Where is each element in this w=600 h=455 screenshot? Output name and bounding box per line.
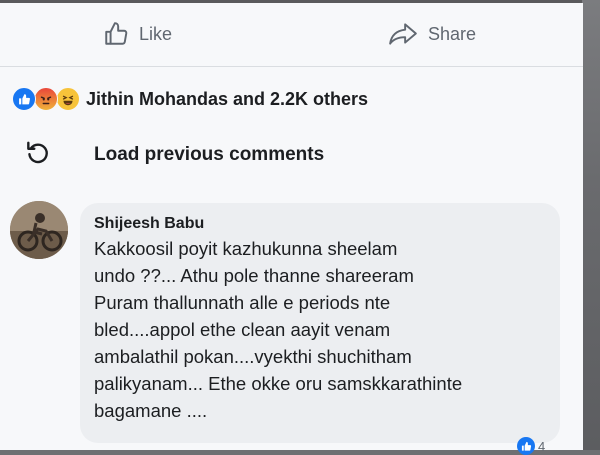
reaction-icons [12,87,80,111]
comment-line: Puram thallunnath alle e periods nte [94,292,391,313]
share-arrow-icon [388,21,418,47]
refresh-icon [24,139,50,170]
comment-line: ambalathil pokan....vyekthi shuchitham [94,346,412,367]
like-reaction-icon [12,87,36,111]
comment-reaction-number: 4 [538,438,546,454]
thumbs-up-icon [103,21,129,47]
load-previous-label: Load previous comments [94,143,325,165]
comment-author[interactable]: Shijeesh Babu [94,215,204,233]
avatar[interactable] [10,201,68,259]
comment-line: bled....appol ethe clean aayit venam [94,319,391,340]
post-panel: Like Share Jithin Mohandas and 2.2K othe… [0,3,583,455]
share-button[interactable]: Share [388,21,476,47]
load-previous-comments[interactable]: Load previous comments [24,139,324,170]
comment-line: palikyanam... Ethe okke oru samskkarathi… [94,373,463,394]
comment-bubble: Shijeesh Babu Kakkoosil poyit kazhukunna… [80,203,560,443]
comment-line: Kakkoosil poyit kazhukunna sheelam [94,238,398,259]
like-label: Like [139,23,173,44]
background-edge [582,0,600,450]
divider [0,66,583,67]
like-button[interactable]: Like [103,21,172,47]
reactions-summary-text: Jithin Mohandas and 2.2K others [86,88,369,109]
like-reaction-icon [517,437,535,455]
comment-line: undo ??... Athu pole thanne shareeram [94,265,414,286]
share-label: Share [428,23,477,44]
reactions-summary[interactable]: Jithin Mohandas and 2.2K others [12,87,368,111]
comment-text: Kakkoosil poyit kazhukunna sheelam undo … [94,235,549,424]
angry-reaction-icon [34,87,58,111]
post-actions-bar: Like Share [0,3,583,69]
comment-line: bagamane .... [94,400,208,421]
haha-reaction-icon [56,87,80,111]
comment-reaction-count[interactable]: 4 [517,437,545,455]
